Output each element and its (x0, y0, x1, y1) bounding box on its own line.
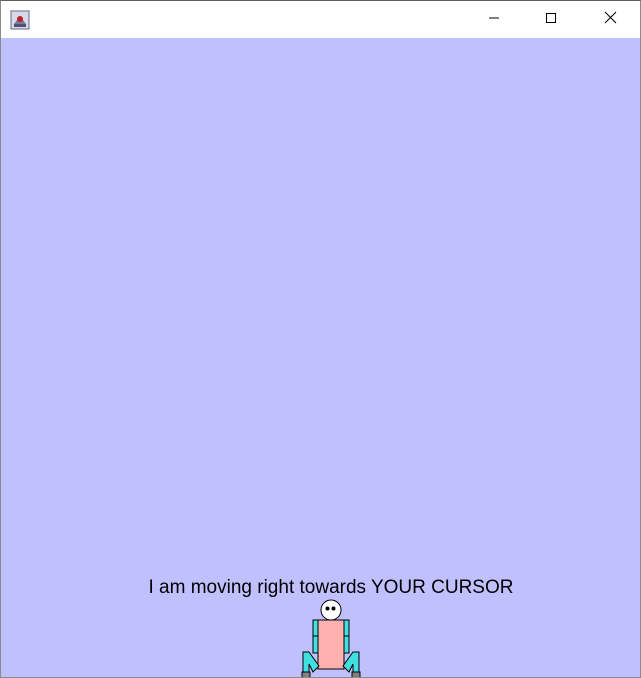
java-app-icon[interactable] (10, 10, 30, 30)
robot-figure (301, 599, 361, 677)
title-bar[interactable] (1, 1, 640, 38)
status-text: I am moving right towards YOUR CURSOR (148, 577, 514, 598)
drawing-canvas[interactable]: I am moving right towards YOUR CURSOR (1, 38, 640, 677)
robot-body (317, 619, 345, 670)
robot-left-foot (301, 671, 311, 677)
close-icon (604, 11, 617, 29)
robot-head (320, 599, 342, 621)
robot-eye-right (331, 606, 336, 611)
maximize-button[interactable] (528, 1, 574, 38)
robot-left-leg (302, 651, 320, 675)
minimize-icon (488, 11, 500, 29)
maximize-icon (545, 11, 557, 29)
robot-right-leg (342, 651, 360, 675)
robot-eye-left (325, 606, 330, 611)
app-window: I am moving right towards YOUR CURSOR (0, 0, 641, 678)
robot-right-foot (351, 671, 361, 677)
minimize-button[interactable] (471, 1, 517, 38)
close-button[interactable] (587, 1, 633, 38)
